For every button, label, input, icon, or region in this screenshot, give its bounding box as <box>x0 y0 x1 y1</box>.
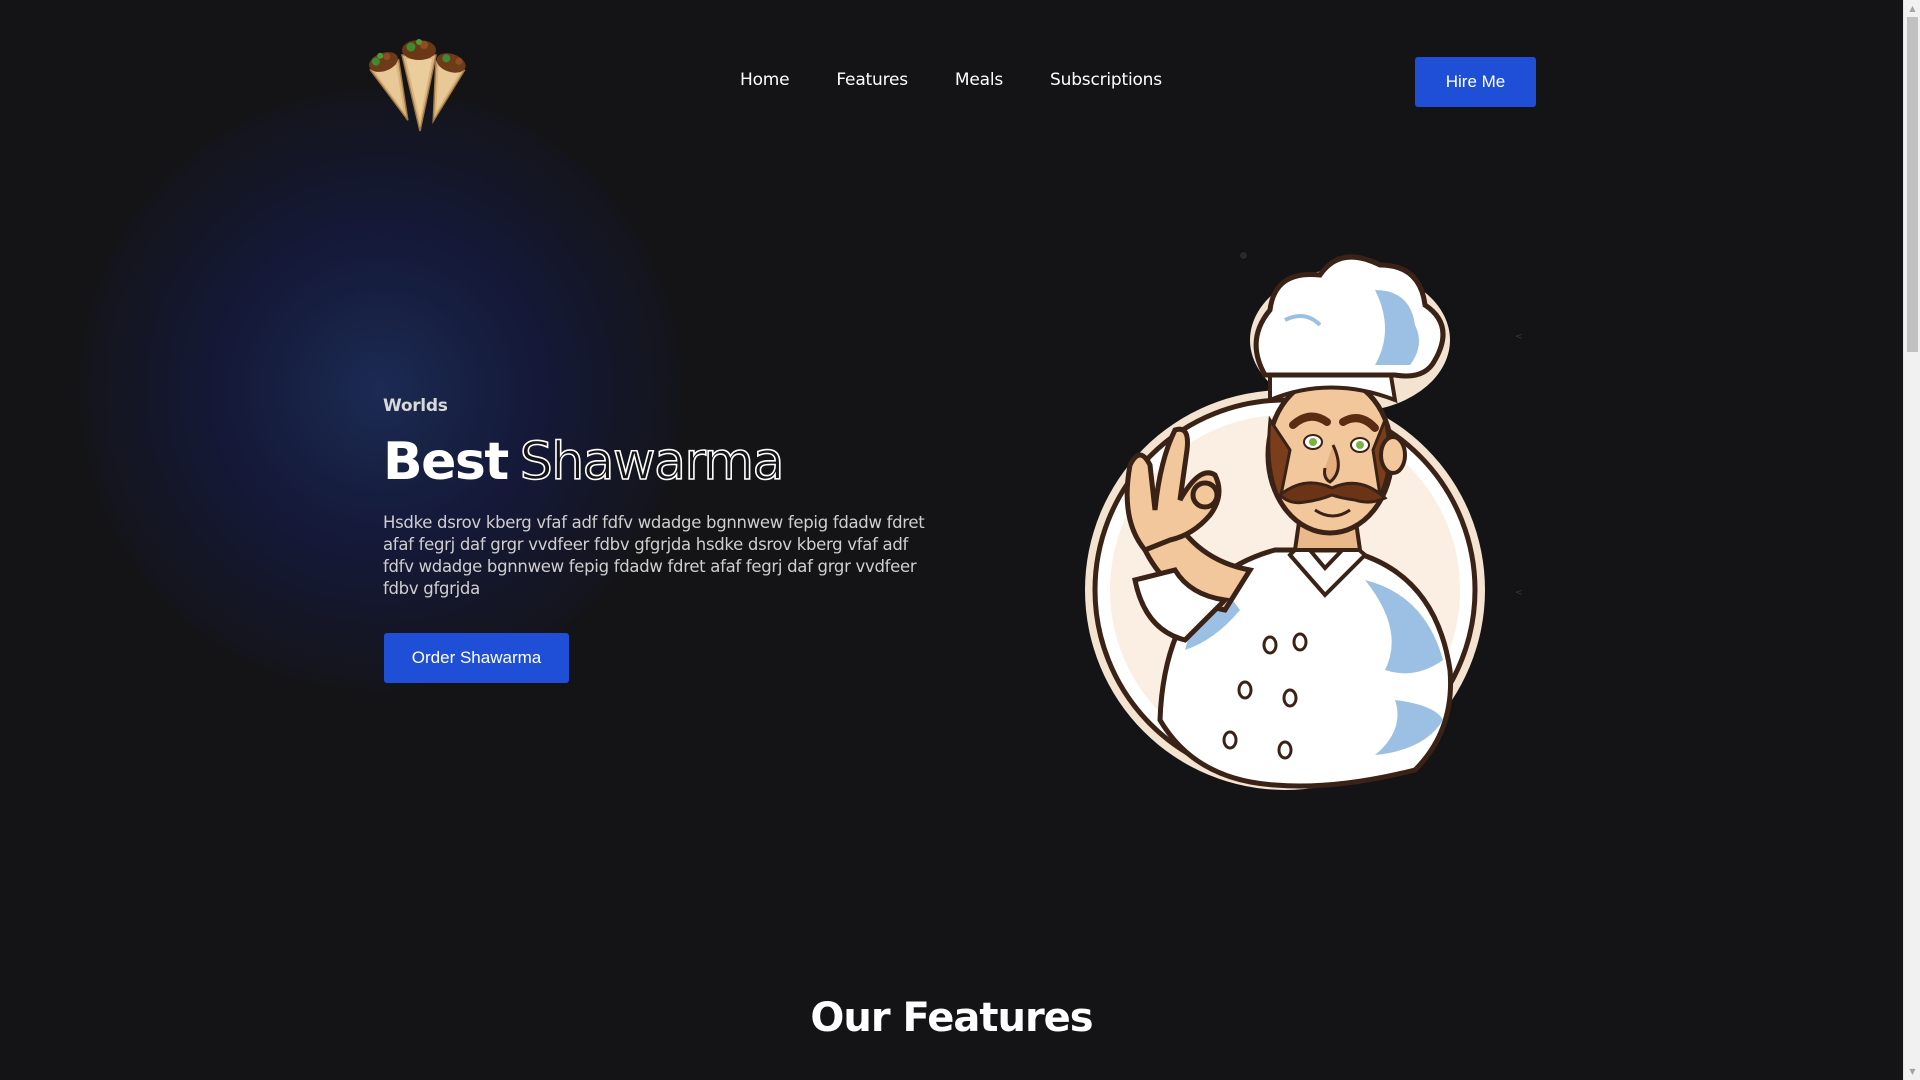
scroll-up-icon[interactable]: ▲ <box>1904 0 1920 17</box>
hire-me-button[interactable]: Hire Me <box>1415 57 1536 107</box>
headline-outline-text: Shawarma <box>519 431 785 493</box>
scroll-down-icon[interactable]: ▼ <box>1904 1063 1920 1080</box>
features-section-title: Our Features <box>810 995 1093 1041</box>
nav-link-subscriptions[interactable]: Subscriptions <box>1050 70 1162 90</box>
scroll-thumb[interactable] <box>1907 17 1918 352</box>
hero-description: Hsdke dsrov kberg vfaf adf fdfv wdadge b… <box>383 513 925 598</box>
page: Home Features Meals Subscriptions Hire M… <box>0 0 1920 1080</box>
hero-glow-decoration <box>80 90 680 690</box>
nav-link-home[interactable]: Home <box>740 70 790 90</box>
hero-headline: Best Shawarma <box>383 431 785 493</box>
decorative-mark: < <box>1515 332 1523 342</box>
nav-link-features[interactable]: Features <box>836 70 908 90</box>
chef-illustration-icon <box>1085 254 1485 790</box>
hero-eyebrow: Worlds <box>383 396 448 416</box>
headline-solid-text: Best <box>383 432 509 492</box>
nav-link-meals[interactable]: Meals <box>955 70 1003 90</box>
decorative-mark: < <box>1515 588 1523 598</box>
order-shawarma-button[interactable]: Order Shawarma <box>384 633 569 683</box>
page-scrollbar[interactable]: ▲ ▼ <box>1903 0 1920 1080</box>
main-nav: Home Features Meals Subscriptions <box>740 70 1209 90</box>
shawarma-logo-icon[interactable] <box>364 33 472 133</box>
